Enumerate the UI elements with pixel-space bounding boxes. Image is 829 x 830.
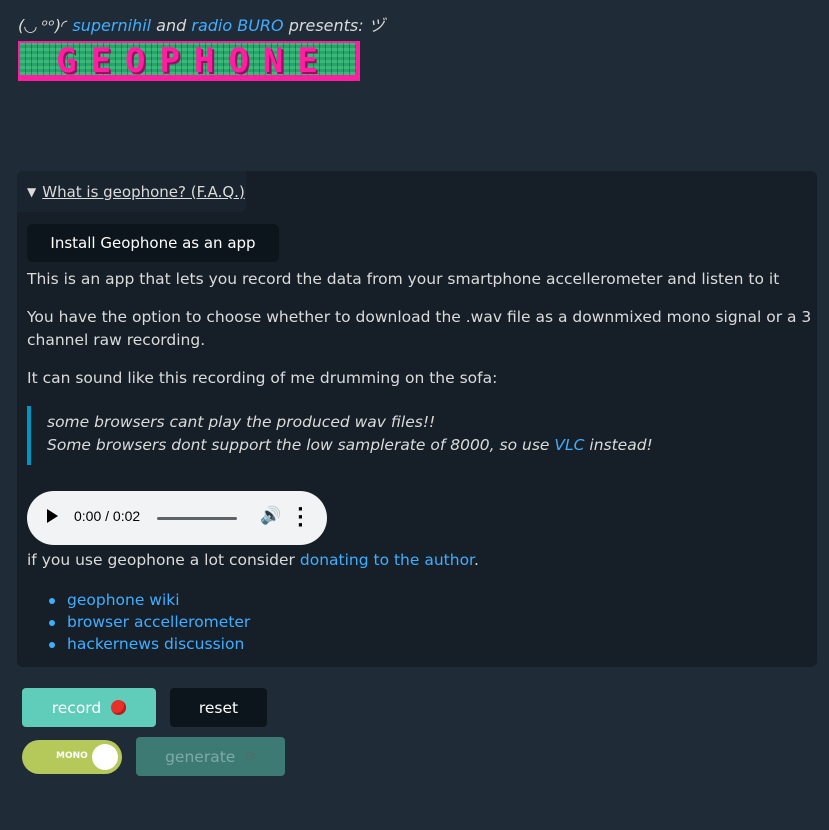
faq-summary-toggle[interactable]: ▼ What is geophone? (F.A.Q.) <box>17 171 246 212</box>
kaomoji: (◡ ᵒᵒ)◜ <box>18 16 68 35</box>
install-app-button[interactable]: Install Geophone as an app <box>27 224 279 262</box>
list-item: hackernews discussion <box>49 633 250 655</box>
reset-button[interactable]: reset <box>170 688 267 727</box>
audio-player: 0:00 / 0:02 🔊 · · · <box>27 491 327 545</box>
generate-label: generate <box>165 747 236 766</box>
generate-button[interactable]: generate ⚙ <box>136 737 285 776</box>
record-label: record <box>51 698 102 717</box>
donate-text: if you use geophone a lot consider <box>27 551 295 569</box>
list-item: geophone wiki <box>49 589 250 611</box>
header-credits: (◡ ᵒᵒ)◜ supernihil and radio BURO presen… <box>18 12 385 36</box>
geophone-logo: GEOPHONE <box>18 41 360 81</box>
faq-paragraph-3: It can sound like this recording of me d… <box>27 369 498 387</box>
author-link-radio-buro[interactable]: radio BURO <box>191 16 283 35</box>
browser-accelerometer-link[interactable]: browser accellerometer <box>67 613 250 631</box>
record-button[interactable]: record <box>22 688 156 727</box>
quote-line-2-end: instead! <box>589 436 653 454</box>
triangle-down-icon: ▼ <box>27 184 37 199</box>
red-circle-icon <box>111 700 127 715</box>
volume-icon[interactable]: 🔊 <box>260 506 281 526</box>
donate-line: if you use geophone a lot consider donat… <box>27 549 479 572</box>
gear-icon: ⚙ <box>243 748 256 765</box>
vlc-link[interactable]: VLC <box>554 436 584 454</box>
quote-line-2-text: Some browsers dont support the low sampl… <box>47 436 550 454</box>
more-options-icon[interactable]: · · · <box>297 501 304 535</box>
toggle-knob <box>92 744 118 770</box>
resource-links: geophone wiki browser accellerometer hac… <box>49 589 250 655</box>
faq-details: ▼ What is geophone? (F.A.Q.) Install Geo… <box>17 171 817 667</box>
list-item: browser accellerometer <box>49 611 250 633</box>
author-link-supernihil[interactable]: supernihil <box>72 16 151 35</box>
quote-line-1: some browsers cant play the produced wav… <box>47 413 436 431</box>
browser-warning-quote: some browsers cant play the produced wav… <box>27 406 653 465</box>
mono-toggle[interactable]: MONO <box>22 740 122 774</box>
faq-summary-label: What is geophone? (F.A.Q.) <box>42 182 245 201</box>
audio-seek-bar[interactable] <box>157 517 237 520</box>
donate-link[interactable]: donating to the author <box>300 551 474 569</box>
hackernews-link[interactable]: hackernews discussion <box>67 635 244 653</box>
donate-period: . <box>474 551 479 569</box>
geophone-wiki-link[interactable]: geophone wiki <box>67 591 180 609</box>
logo-text: GEOPHONE <box>56 41 332 81</box>
play-icon[interactable] <box>47 509 58 523</box>
and-text: and <box>156 16 187 35</box>
faq-paragraph-1: This is an app that lets you record the … <box>27 270 780 288</box>
presents-text: presents: ヅ <box>288 16 385 35</box>
audio-time: 0:00 / 0:02 <box>74 508 141 524</box>
toggle-label: MONO <box>56 751 88 761</box>
faq-paragraph-2: You have the option to choose whether to… <box>27 308 812 349</box>
quote-line-2: Some browsers dont support the low sampl… <box>47 434 653 457</box>
